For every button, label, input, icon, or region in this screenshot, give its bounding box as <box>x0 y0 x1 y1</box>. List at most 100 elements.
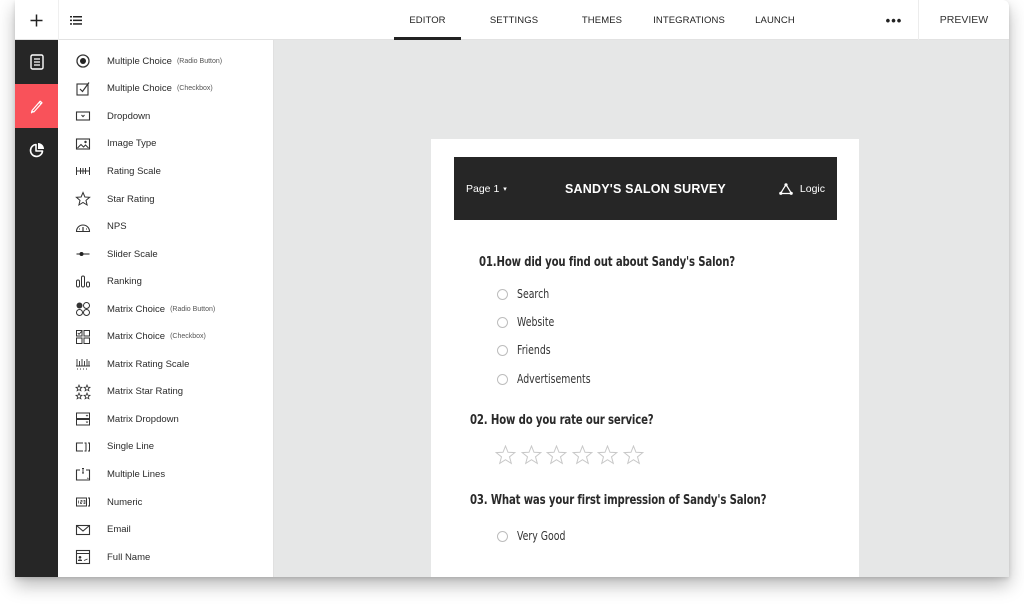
question-type-label: Matrix Star Rating <box>107 386 184 398</box>
image-icon <box>75 136 91 152</box>
slider-icon <box>75 246 91 262</box>
question-type-sublabel: (Radio Button) <box>170 305 216 313</box>
star-4[interactable] <box>570 444 596 466</box>
question-type-label: NPS <box>107 221 127 233</box>
star-icon <box>571 445 593 465</box>
option-label: Search <box>517 287 550 301</box>
radio-button[interactable] <box>497 344 508 356</box>
question-type-label: Star Rating <box>107 193 155 205</box>
question-type-image-type[interactable]: Image Type <box>58 130 274 158</box>
logic-label: Logic <box>799 182 825 195</box>
caret-down-icon: ▾ <box>503 185 507 193</box>
star-icon <box>597 445 619 465</box>
question-type-label: Matrix Choice <box>107 303 166 315</box>
star-2[interactable] <box>519 444 545 466</box>
tab-integrations[interactable]: INTEGRATIONS <box>637 0 741 40</box>
tab-editor[interactable]: EDITOR <box>394 0 461 40</box>
star-6[interactable] <box>621 444 647 466</box>
question-type-label: Matrix Rating Scale <box>107 358 190 370</box>
rail-item-editor[interactable] <box>15 84 58 128</box>
question-type-matrix-star-rating[interactable]: Matrix Star Rating <box>58 378 274 406</box>
add-button[interactable] <box>15 0 58 40</box>
question-type-label: Multiple Choice <box>107 83 172 95</box>
app-window: EDITOR SETTINGS THEMES INTEGRATIONS LAUN… <box>15 0 1009 577</box>
gauge-icon <box>75 219 91 235</box>
question-type-label: Slider Scale <box>107 248 158 260</box>
question-type-numeric[interactable]: Numeric <box>58 488 274 516</box>
question-type-slider-scale[interactable]: Slider Scale <box>58 240 274 268</box>
logic-button[interactable]: Logic <box>779 183 825 195</box>
question-type-label: Image Type <box>107 138 157 150</box>
dropdown-icon <box>75 108 91 124</box>
question-type-single-line[interactable]: Single Line <box>58 433 274 461</box>
main-tabs: EDITOR SETTINGS THEMES INTEGRATIONS LAUN… <box>394 0 809 40</box>
logic-icon <box>779 182 793 195</box>
star-5[interactable] <box>595 444 621 466</box>
question-type-label: Numeric <box>107 496 143 508</box>
question-type-multiple-choice-radio-button[interactable]: Multiple Choice (Radio Button) <box>58 48 274 76</box>
question-type-nps[interactable]: NPS <box>58 213 274 241</box>
question-types-panel: Multiple Choice (Radio Button) Multiple Ch… <box>58 40 274 577</box>
radio-button[interactable] <box>497 288 508 300</box>
ranking-icon <box>75 274 91 290</box>
question-type-label: Multiple Choice <box>107 55 172 67</box>
question-type-matrix-dropdown[interactable]: Matrix Dropdown <box>58 406 274 434</box>
rail-item-pages[interactable] <box>15 40 58 84</box>
question-1-option-advertisements[interactable]: Advertisements <box>497 372 611 386</box>
star-1[interactable] <box>493 444 519 466</box>
question-type-multiple-choice-checkbox[interactable]: Multiple Choice (Checkbox) <box>58 75 274 103</box>
option-label: Advertisements <box>517 372 591 386</box>
tab-launch[interactable]: LAUNCH <box>741 0 809 40</box>
numeric-icon <box>75 494 91 510</box>
star-icon <box>622 445 644 465</box>
star-3[interactable] <box>544 444 570 466</box>
survey-header: Page 1 ▾ SANDY'S SALON SURVEY Logic <box>454 157 837 220</box>
question-2-title: 02. How do you rate our service? <box>470 413 654 428</box>
question-type-label: Full Name <box>107 551 151 563</box>
question-type-star-rating[interactable]: Star Rating <box>58 185 274 213</box>
single-line-icon <box>75 439 91 455</box>
question-type-sublabel: (Radio Button) <box>176 57 223 65</box>
page-selector[interactable]: Page 1 ▾ <box>466 183 507 195</box>
question-1-title: 01.How did you find out about Sandy's Sa… <box>479 255 736 270</box>
side-rail <box>15 40 58 577</box>
question-1-option-friends[interactable]: Friends <box>497 343 560 357</box>
question-type-matrix-choice-checkbox[interactable]: Matrix Choice (Checkbox) <box>58 323 274 351</box>
plus-icon <box>30 14 43 26</box>
tab-settings[interactable]: SETTINGS <box>461 0 567 40</box>
matrix-rating-scale-icon <box>75 356 91 372</box>
question-3-title: 03. What was your first impression of Sa… <box>470 493 767 508</box>
radio-button[interactable] <box>497 373 508 385</box>
radio-button[interactable] <box>497 316 508 328</box>
question-type-dropdown[interactable]: Dropdown <box>58 103 274 131</box>
radio-button[interactable] <box>497 530 508 542</box>
question-type-matrix-rating-scale[interactable]: Matrix Rating Scale <box>58 351 274 379</box>
question-type-sublabel: (Checkbox) <box>176 85 213 93</box>
page-label: Page 1 <box>466 182 500 195</box>
more-options-button[interactable]: ••• <box>879 0 909 40</box>
option-label: Very Good <box>517 529 566 543</box>
question-type-label: Multiple Lines <box>107 469 166 480</box>
question-3-option-very-good[interactable]: Very Good <box>497 529 579 543</box>
tab-themes[interactable]: THEMES <box>567 0 637 40</box>
question-type-sublabel: (Checkbox) <box>170 333 206 341</box>
preview-button[interactable]: PREVIEW <box>918 0 1009 40</box>
outline-menu-button[interactable] <box>58 0 92 40</box>
question-type-label: Matrix Dropdown <box>107 413 179 425</box>
question-type-ranking[interactable]: Ranking <box>58 268 274 296</box>
question-1-option-website[interactable]: Website <box>497 315 565 329</box>
matrix-star-icon <box>75 383 91 400</box>
question-type-label: Matrix Choice <box>107 331 166 343</box>
question-type-email[interactable]: Email <box>58 516 274 544</box>
question-type-multiple-lines[interactable]: Multiple Lines <box>58 461 274 489</box>
option-label: Website <box>517 315 555 329</box>
question-type-label: Dropdown <box>107 110 151 122</box>
question-type-full-name[interactable]: Full Name <box>58 543 274 571</box>
question-1-option-search[interactable]: Search <box>497 287 558 301</box>
question-type-label: Rating Scale <box>107 165 161 177</box>
question-type-label: Email <box>107 524 131 536</box>
question-type-rating-scale[interactable]: Rating Scale <box>58 158 274 186</box>
question-type-matrix-choice-radio-button[interactable]: Matrix Choice (Radio Button) <box>58 295 274 323</box>
option-label: Friends <box>517 343 551 357</box>
rail-item-results[interactable] <box>15 128 58 172</box>
